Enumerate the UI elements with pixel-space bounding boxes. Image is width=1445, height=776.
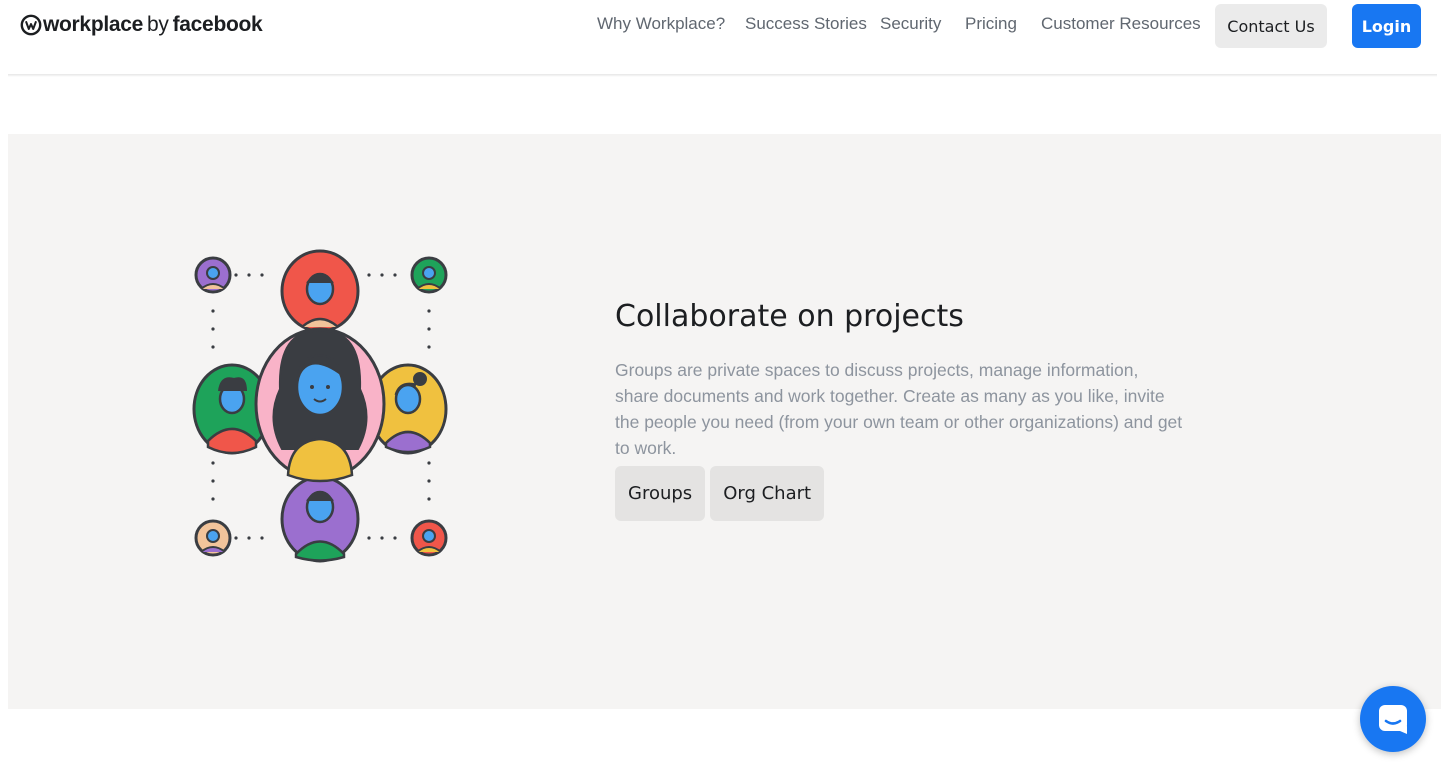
workplace-logo[interactable]: workplace by facebook — [20, 10, 263, 40]
nav-link-success-stories[interactable]: Success Stories — [745, 14, 867, 34]
site-header: workplace by facebook Why Workplace? Suc… — [0, 0, 1445, 75]
avatar-center — [254, 327, 386, 483]
nav-link-pricing[interactable]: Pricing — [965, 14, 1017, 34]
chat-bubble-icon — [1379, 705, 1407, 734]
groups-button[interactable]: Groups — [615, 466, 706, 521]
contact-us-button[interactable]: Contact Us — [1215, 4, 1327, 48]
nav-link-customer-resources[interactable]: Customer Resources — [1041, 14, 1201, 34]
feature-buttons: Groups Org Chart — [615, 466, 825, 521]
avatar-bottom — [280, 475, 360, 563]
feature-description: Groups are private spaces to discuss pro… — [615, 359, 1183, 458]
avatar-bottom-right — [410, 519, 448, 557]
avatar-top-right — [410, 256, 448, 294]
nav-link-security[interactable]: Security — [880, 14, 941, 34]
people-collaboration-illustration — [192, 249, 448, 563]
logo-text-facebook: facebook — [172, 13, 263, 36]
logo-text-workplace: workplace — [43, 13, 144, 36]
login-button[interactable]: Login — [1352, 4, 1421, 48]
org-chart-button[interactable]: Org Chart — [710, 466, 825, 521]
feature-title: Collaborate on projects — [615, 299, 964, 335]
avatar-top — [280, 249, 360, 333]
avatar-top-left — [194, 256, 232, 294]
logo-text-by: by — [147, 13, 169, 36]
avatar-bottom-left — [194, 519, 232, 557]
nav-link-why-workplace[interactable]: Why Workplace? — [597, 14, 725, 34]
workplace-logo-icon — [20, 14, 42, 36]
header-divider — [8, 74, 1437, 77]
feature-section: Collaborate on projects Groups are priva… — [8, 134, 1441, 709]
chat-launcher-button[interactable] — [1360, 686, 1426, 752]
